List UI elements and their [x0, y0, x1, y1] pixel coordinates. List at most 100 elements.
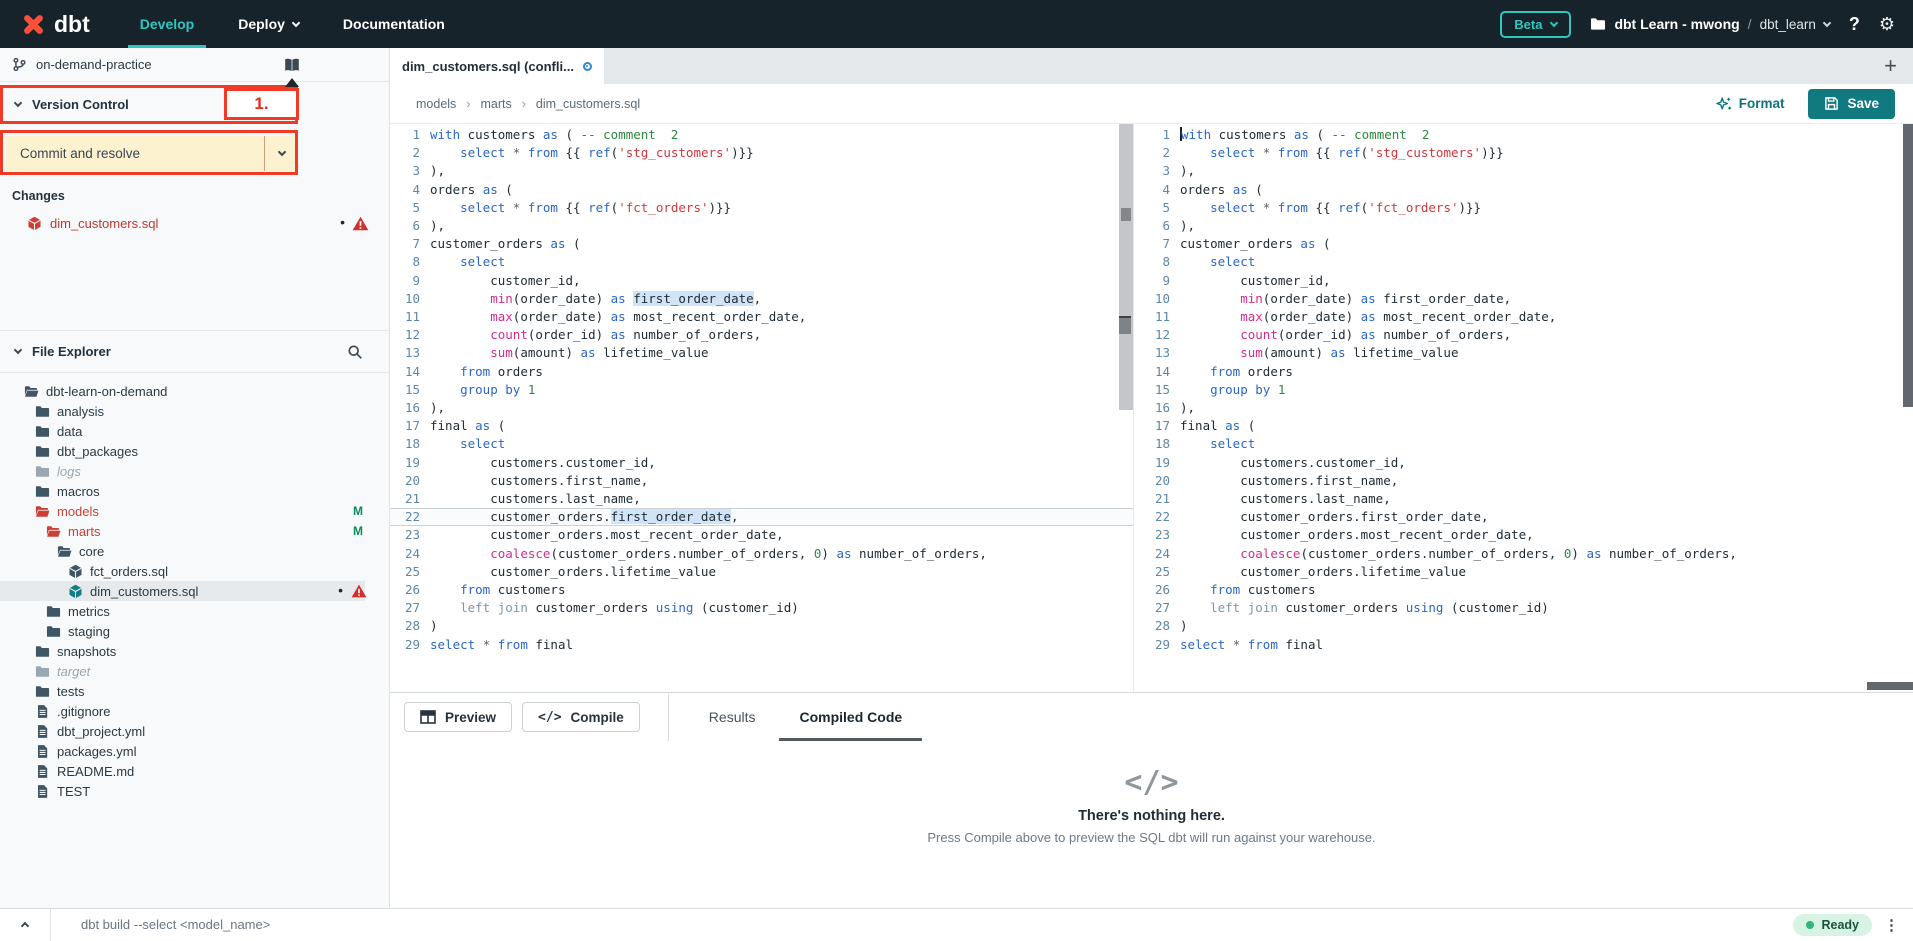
chevron-up-icon[interactable] [21, 922, 29, 930]
code-line[interactable]: 23 customer_orders.most_recent_order_dat… [1140, 526, 1913, 544]
code-line[interactable]: 5 select * from {{ ref('fct_orders')}} [1140, 199, 1913, 217]
menu-item-documentation[interactable]: Documentation [321, 0, 467, 48]
code-line[interactable]: 14 from orders [1140, 363, 1913, 381]
horizontal-scrollbar-thumb[interactable] [1867, 682, 1913, 690]
code-pane-right[interactable]: 1with customers as ( -- comment 22 selec… [1133, 124, 1913, 692]
code-line[interactable]: 27 left join customer_orders using (cust… [390, 599, 1133, 617]
breadcrumb-item[interactable]: dim_customers.sql [536, 97, 640, 111]
tree-item-test[interactable]: TEST [0, 781, 365, 801]
code-line[interactable]: 11 max(order_date) as most_recent_order_… [390, 308, 1133, 326]
menu-item-develop[interactable]: Develop [118, 0, 216, 48]
command-input[interactable]: dbt build --select <model_name> [51, 917, 1793, 932]
breadcrumb-item[interactable]: models [416, 97, 456, 111]
commit-and-resolve-button[interactable]: Commit and resolve [6, 136, 298, 171]
code-line[interactable]: 20 customers.first_name, [390, 472, 1133, 490]
code-line[interactable]: 12 count(order_id) as number_of_orders, [1140, 326, 1913, 344]
tree-item--gitignore[interactable]: .gitignore [0, 701, 365, 721]
tab-dim-customers[interactable]: dim_customers.sql (confli... [390, 48, 604, 84]
tree-item-data[interactable]: data [0, 421, 365, 441]
commit-dropdown-toggle[interactable] [264, 136, 298, 171]
code-line[interactable]: 11 max(order_date) as most_recent_order_… [1140, 308, 1913, 326]
code-line[interactable]: 4orders as ( [1140, 181, 1913, 199]
code-line[interactable]: 10 min(order_date) as first_order_date, [1140, 290, 1913, 308]
compile-button[interactable]: </> Compile [522, 702, 640, 732]
code-line[interactable]: 9 customer_id, [390, 272, 1133, 290]
code-line[interactable]: 2 select * from {{ ref('stg_customers')}… [1140, 144, 1913, 162]
code-line[interactable]: 25 customer_orders.lifetime_value [390, 563, 1133, 581]
code-line[interactable]: 29select * from final [1140, 636, 1913, 654]
code-line[interactable]: 19 customers.customer_id, [1140, 454, 1913, 472]
code-line[interactable]: 22 customer_orders.first_order_date, [1140, 508, 1913, 526]
beta-dropdown[interactable]: Beta [1500, 11, 1571, 38]
docs-book-icon[interactable] [283, 57, 301, 73]
code-line[interactable]: 26 from customers [390, 581, 1133, 599]
help-button[interactable]: ? [1849, 14, 1860, 35]
code-line[interactable]: 26 from customers [1140, 581, 1913, 599]
new-tab-button[interactable]: + [1884, 55, 1913, 77]
code-line[interactable]: 15 group by 1 [1140, 381, 1913, 399]
file-explorer-header[interactable]: File Explorer [0, 331, 389, 373]
code-line[interactable]: 19 customers.customer_id, [390, 454, 1133, 472]
account-project-selector[interactable]: dbt Learn - mwong / dbt_learn [1590, 16, 1829, 32]
code-line[interactable]: 24 coalesce(customer_orders.number_of_or… [390, 545, 1133, 563]
tree-item-dbt-project-yml[interactable]: dbt_project.yml [0, 721, 365, 741]
code-line[interactable]: 6), [1140, 217, 1913, 235]
code-line[interactable]: 13 sum(amount) as lifetime_value [1140, 344, 1913, 362]
git-branch-row[interactable]: on-demand-practice [0, 48, 389, 82]
code-line[interactable]: 25 customer_orders.lifetime_value [1140, 563, 1913, 581]
code-line[interactable]: 7customer_orders as ( [1140, 235, 1913, 253]
tree-item-tests[interactable]: tests [0, 681, 365, 701]
code-line[interactable]: 8 select [390, 253, 1133, 271]
version-control-header[interactable]: Version Control [0, 82, 389, 126]
code-line[interactable]: 22 customer_orders.first_order_date, [390, 508, 1133, 526]
code-line[interactable]: 5 select * from {{ ref('fct_orders')}} [390, 199, 1133, 217]
code-pane-left[interactable]: 1with customers as ( -- comment 22 selec… [390, 124, 1133, 692]
minimap-scrollbar[interactable] [1119, 124, 1133, 410]
code-line[interactable]: 10 min(order_date) as first_order_date, [390, 290, 1133, 308]
search-icon[interactable] [347, 344, 363, 360]
code-line[interactable]: 7customer_orders as ( [390, 235, 1133, 253]
tree-item-dim-customers-sql[interactable]: dim_customers.sql• [0, 581, 365, 601]
tree-item-macros[interactable]: macros [0, 481, 365, 501]
code-line[interactable]: 15 group by 1 [390, 381, 1133, 399]
code-line[interactable]: 23 customer_orders.most_recent_order_dat… [390, 526, 1133, 544]
tree-item-core[interactable]: core [0, 541, 365, 561]
breadcrumb-item[interactable]: marts [480, 97, 511, 111]
tree-item-dbt-packages[interactable]: dbt_packages [0, 441, 365, 461]
results-tab-compiled-code[interactable]: Compiled Code [787, 693, 914, 741]
code-line[interactable]: 4orders as ( [390, 181, 1133, 199]
tree-item-target[interactable]: target [0, 661, 365, 681]
kebab-menu-icon[interactable]: ⋮ [1884, 916, 1899, 934]
tree-item-readme-md[interactable]: README.md [0, 761, 365, 781]
code-line[interactable]: 29select * from final [390, 636, 1133, 654]
tree-item-analysis[interactable]: analysis [0, 401, 365, 421]
code-line[interactable]: 17final as ( [390, 417, 1133, 435]
code-line[interactable]: 1with customers as ( -- comment 2 [1140, 126, 1913, 144]
code-line[interactable]: 1with customers as ( -- comment 2 [390, 126, 1133, 144]
code-line[interactable]: 3), [1140, 162, 1913, 180]
code-line[interactable]: 6), [390, 217, 1133, 235]
settings-gear-icon[interactable]: ⚙ [1879, 14, 1895, 35]
code-line[interactable]: 20 customers.first_name, [1140, 472, 1913, 490]
tree-item-fct-orders-sql[interactable]: fct_orders.sql [0, 561, 365, 581]
changed-file-row[interactable]: dim_customers.sql • [0, 213, 389, 233]
tree-item-staging[interactable]: staging [0, 621, 365, 641]
code-line[interactable]: 2 select * from {{ ref('stg_customers')}… [390, 144, 1133, 162]
results-tab-results[interactable]: Results [697, 693, 768, 741]
save-button[interactable]: Save [1808, 89, 1895, 119]
code-line[interactable]: 3), [390, 162, 1133, 180]
vertical-scrollbar-thumb[interactable] [1903, 124, 1913, 407]
code-line[interactable]: 21 customers.last_name, [390, 490, 1133, 508]
code-line[interactable]: 27 left join customer_orders using (cust… [1140, 599, 1913, 617]
code-line[interactable]: 28) [1140, 617, 1913, 635]
tree-item-snapshots[interactable]: snapshots [0, 641, 365, 661]
code-line[interactable]: 12 count(order_id) as number_of_orders, [390, 326, 1133, 344]
code-line[interactable]: 9 customer_id, [1140, 272, 1913, 290]
code-line[interactable]: 16), [390, 399, 1133, 417]
preview-button[interactable]: Preview [404, 702, 512, 732]
tree-item-models[interactable]: modelsM [0, 501, 365, 521]
code-line[interactable]: 17final as ( [1140, 417, 1913, 435]
tree-item-marts[interactable]: martsM [0, 521, 365, 541]
tree-item-packages-yml[interactable]: packages.yml [0, 741, 365, 761]
code-line[interactable]: 21 customers.last_name, [1140, 490, 1913, 508]
